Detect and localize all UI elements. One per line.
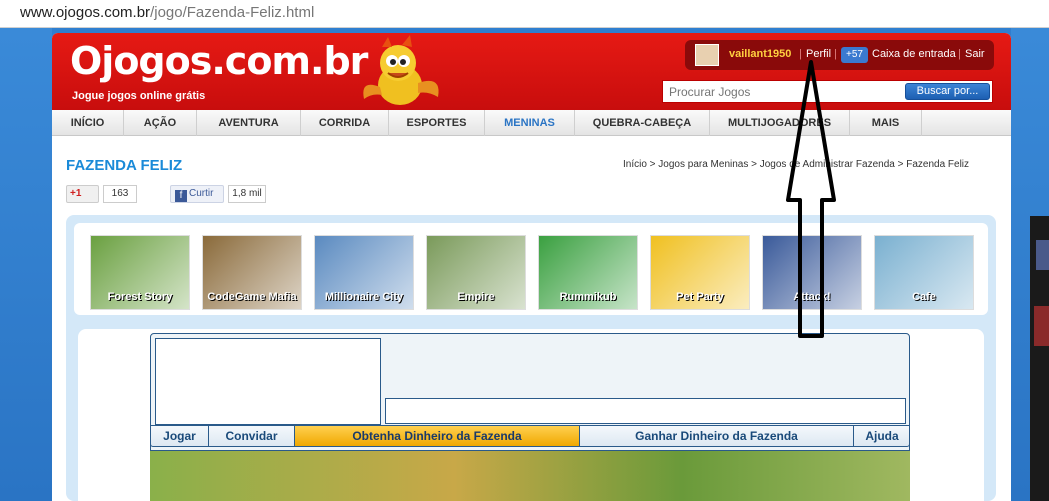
thumbnail-title: Empire: [457, 291, 495, 303]
tab-ganhar-dinheiro[interactable]: Ganhar Dinheiro da Fazenda: [580, 426, 854, 446]
game-tabs: Jogar Convidar Obtenha Dinheiro da Fazen…: [150, 425, 910, 447]
game-thumbnail[interactable]: Cafe: [874, 235, 974, 310]
game-thumbnail[interactable]: Attack!: [762, 235, 862, 310]
site-header: Ojogos.com.br Jogue jogos online grátis …: [52, 33, 1011, 110]
facebook-like-label: Curtir: [189, 188, 214, 199]
game-thumbnail[interactable]: Forest Story: [90, 235, 190, 310]
nav-item-esportes[interactable]: ESPORTES: [389, 110, 485, 136]
game-canvas-bar[interactable]: [385, 398, 906, 424]
game-thumbnail[interactable]: Empire: [426, 235, 526, 310]
tab-jogar[interactable]: Jogar: [151, 426, 209, 446]
game-area: Jogar Convidar Obtenha Dinheiro da Fazen…: [78, 329, 984, 501]
gplus-button[interactable]: +1: [66, 185, 99, 203]
game-thumbnail[interactable]: Pet Party: [650, 235, 750, 310]
nav-item-multijogadores[interactable]: MULTIJOGADORES: [710, 110, 850, 136]
profile-link[interactable]: Perfil: [806, 48, 831, 60]
site-tagline: Jogue jogos online grátis: [72, 90, 206, 102]
ad-graphic: [1034, 306, 1049, 346]
thumbnail-title: Millionaire City: [324, 291, 404, 303]
search-input[interactable]: [669, 85, 899, 99]
thumbnail-title: Attack!: [793, 291, 831, 303]
tab-obtenha-dinheiro[interactable]: Obtenha Dinheiro da Fazenda: [295, 426, 580, 446]
game-preview-strip[interactable]: [150, 451, 910, 501]
url-path: /jogo/Fazenda-Feliz.html: [150, 4, 315, 21]
url-host: www.ojogos.com.br: [20, 4, 151, 21]
facebook-like-count: 1,8 mil: [228, 185, 266, 203]
side-ad-banner[interactable]: [1030, 216, 1049, 501]
tab-convidar[interactable]: Convidar: [209, 426, 295, 446]
nav-item-inicio[interactable]: INÍCIO: [52, 110, 124, 136]
nav-item-mais[interactable]: MAIS: [850, 110, 922, 136]
site-logo[interactable]: Ojogos.com.br: [70, 39, 368, 83]
dragon-mascot-icon: [363, 35, 439, 105]
thumbnail-title: Cafe: [912, 291, 936, 303]
site-container: Ojogos.com.br Jogue jogos online grátis …: [52, 33, 1011, 501]
main-nav: INÍCIO AÇÃO AVENTURA CORRIDA ESPORTES ME…: [52, 110, 1011, 136]
user-bar: vaillant1950 | Perfil | +57 Caixa de ent…: [685, 40, 994, 70]
nav-item-corrida[interactable]: CORRIDA: [301, 110, 389, 136]
divider: |: [799, 48, 802, 60]
thumbnail-title: Forest Story: [107, 291, 173, 303]
username-link[interactable]: vaillant1950: [729, 48, 791, 60]
inbox-link[interactable]: Caixa de entrada: [872, 48, 956, 60]
tab-ajuda[interactable]: Ajuda: [854, 426, 910, 446]
game-panel: Forest Story CodeGame Mafia Millionaire …: [66, 215, 996, 501]
thumbnail-title: Rummikub: [559, 291, 617, 303]
nav-item-acao[interactable]: AÇÃO: [124, 110, 197, 136]
ad-graphic: [1036, 240, 1049, 270]
page-title: FAZENDA FELIZ: [66, 157, 183, 174]
facebook-like-button[interactable]: f Curtir: [170, 185, 224, 203]
game-canvas-left[interactable]: [155, 338, 381, 425]
game-thumbnail[interactable]: Rummikub: [538, 235, 638, 310]
search-box: Buscar por...: [662, 80, 993, 103]
breadcrumb[interactable]: Início > Jogos para Meninas > Jogos de A…: [623, 159, 969, 170]
search-button[interactable]: Buscar por...: [905, 83, 990, 100]
facebook-icon: f: [175, 190, 187, 202]
game-thumbnail[interactable]: Millionaire City: [314, 235, 414, 310]
game-thumbnail[interactable]: CodeGame Mafia: [202, 235, 302, 310]
address-bar[interactable]: www.ojogos.com.br/jogo/Fazenda-Feliz.htm…: [0, 0, 1049, 28]
page-background-left: [0, 28, 52, 501]
divider: |: [834, 48, 837, 60]
nav-item-quebra-cabeca[interactable]: QUEBRA-CABEÇA: [575, 110, 710, 136]
avatar[interactable]: [695, 44, 719, 66]
nav-item-meninas[interactable]: MENINAS: [485, 110, 575, 136]
divider: |: [958, 48, 961, 60]
gplus-label: +1: [70, 188, 82, 199]
nav-item-aventura[interactable]: AVENTURA: [197, 110, 301, 136]
related-games-strip: Forest Story CodeGame Mafia Millionaire …: [74, 223, 988, 315]
thumbnail-title: Pet Party: [676, 291, 724, 303]
thumbnail-title: CodeGame Mafia: [207, 291, 297, 303]
gplus-count: 163: [103, 185, 137, 203]
logout-link[interactable]: Sair: [965, 48, 985, 60]
message-count-badge[interactable]: +57: [841, 47, 868, 63]
